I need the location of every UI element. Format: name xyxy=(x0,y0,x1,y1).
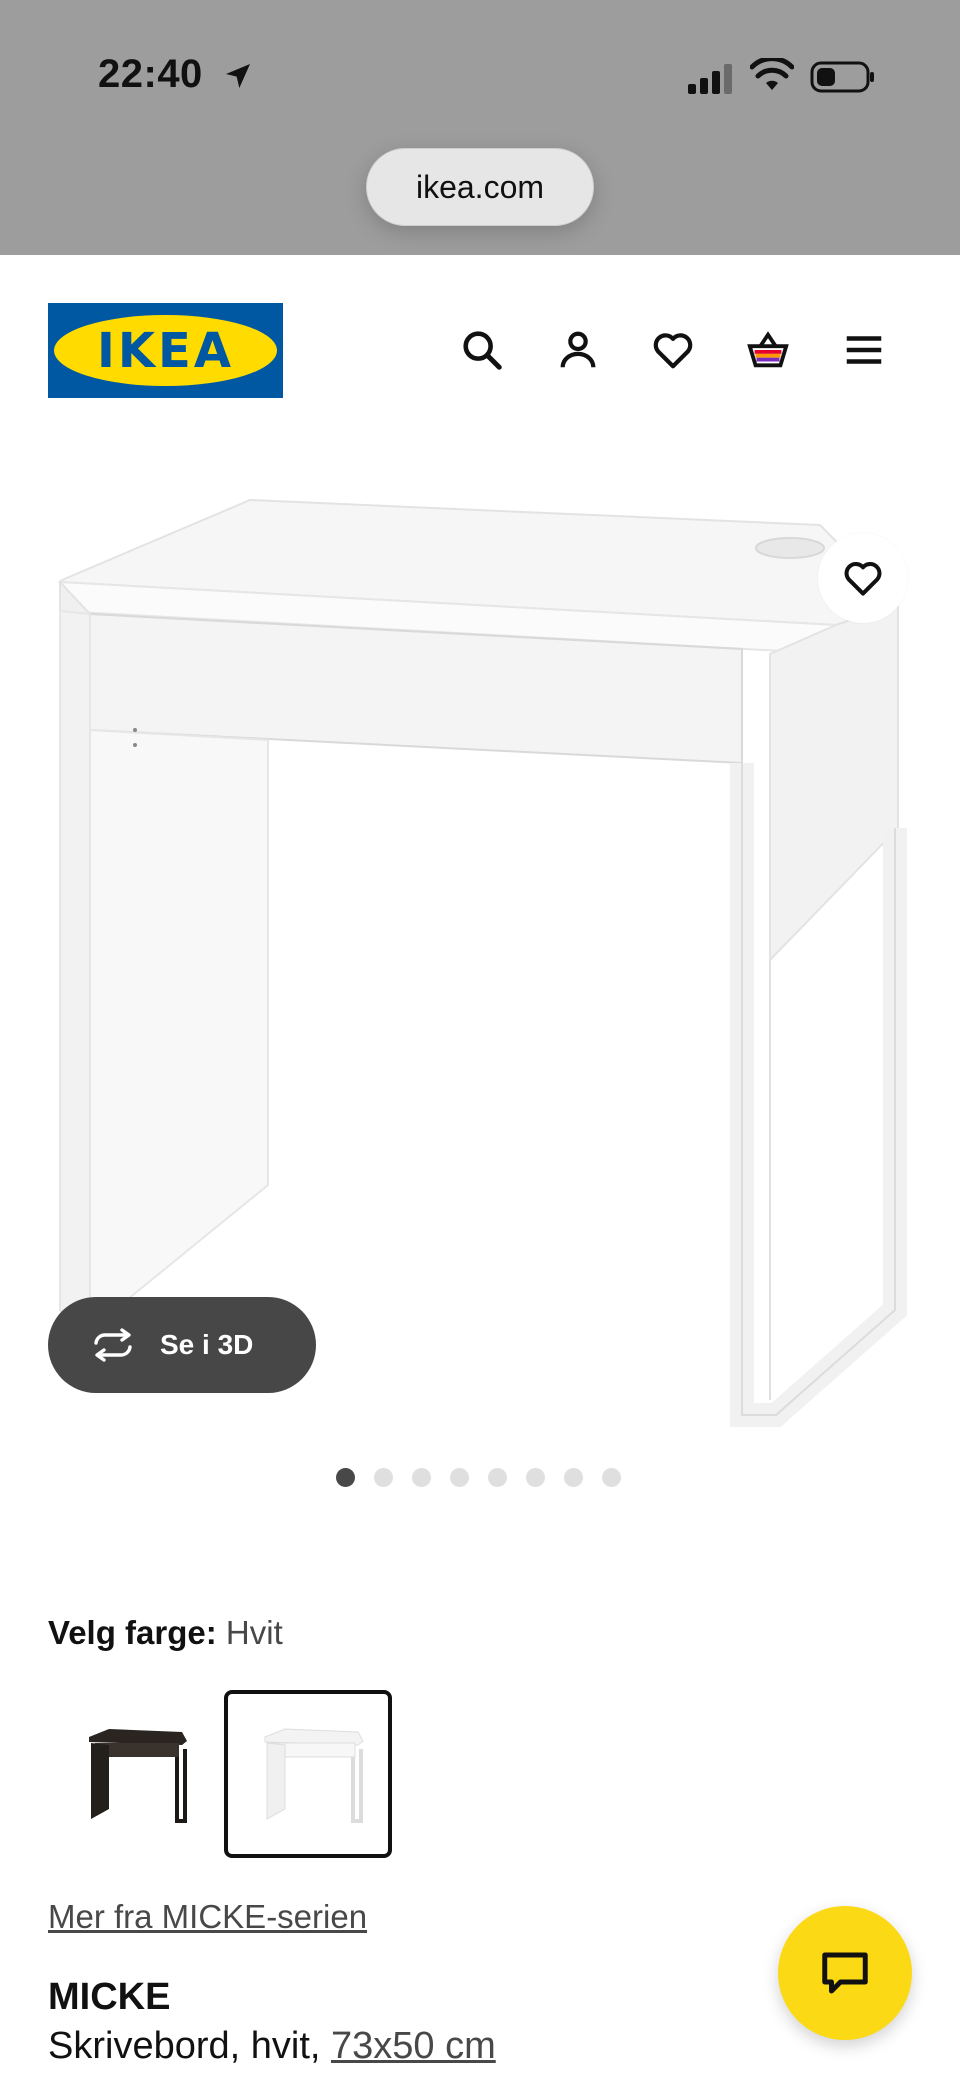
cart-button[interactable] xyxy=(740,322,796,378)
search-button[interactable] xyxy=(454,322,510,378)
carousel-dot[interactable] xyxy=(450,1468,469,1487)
search-icon xyxy=(463,331,502,370)
address-bar[interactable]: ikea.com xyxy=(366,148,594,226)
color-option-dark[interactable] xyxy=(48,1690,216,1858)
rotate-3d-icon xyxy=(94,1328,132,1362)
chat-button[interactable] xyxy=(778,1906,912,2040)
cart-basket-icon xyxy=(747,331,789,368)
carousel-dot[interactable] xyxy=(488,1468,507,1487)
desk-dark-thumbnail xyxy=(89,1729,187,1823)
add-to-favourites-button[interactable] xyxy=(818,533,908,623)
carousel-dot[interactable] xyxy=(564,1468,583,1487)
account-icon xyxy=(560,331,596,368)
product-description: Skrivebord, hvit, 73x50 cm xyxy=(48,2025,496,2068)
carousel-dot[interactable] xyxy=(336,1468,355,1487)
cellular-signal-icon xyxy=(688,64,732,94)
product-image[interactable] xyxy=(0,440,960,1440)
status-time: 22:40 xyxy=(98,52,203,96)
product-name: MICKE xyxy=(48,1976,171,2018)
selected-color: Hvit xyxy=(225,1614,283,1651)
view-3d-button[interactable]: Se i 3D xyxy=(48,1297,316,1393)
heart-icon xyxy=(653,333,693,369)
account-button[interactable] xyxy=(550,322,606,378)
color-label: Velg farge: xyxy=(48,1614,217,1651)
wishlist-button[interactable] xyxy=(645,322,701,378)
carousel-dot[interactable] xyxy=(526,1468,545,1487)
image-carousel-dots[interactable] xyxy=(336,1468,621,1488)
heart-icon xyxy=(844,562,882,596)
carousel-dot[interactable] xyxy=(374,1468,393,1487)
color-selector-label: Velg farge: Hvit xyxy=(48,1614,283,1652)
browser-chrome: 22:40 ikea.com xyxy=(0,0,960,255)
product-description-text: Skrivebord, hvit, xyxy=(48,2025,331,2067)
desk-white-thumbnail xyxy=(264,1728,364,1823)
carousel-dot[interactable] xyxy=(412,1468,431,1487)
chat-bubble-icon xyxy=(822,1952,868,1994)
battery-icon xyxy=(810,61,874,93)
view-3d-label: Se i 3D xyxy=(160,1329,254,1360)
wifi-icon xyxy=(750,58,794,90)
carousel-dot[interactable] xyxy=(602,1468,621,1487)
hamburger-menu-icon xyxy=(846,336,882,364)
logo-text: IKEA xyxy=(97,322,234,379)
menu-button[interactable] xyxy=(836,322,892,378)
product-dimensions-link[interactable]: 73x50 cm xyxy=(331,2025,496,2067)
ikea-logo[interactable]: IKEA xyxy=(48,303,283,398)
color-option-white[interactable] xyxy=(224,1690,392,1858)
location-arrow-icon xyxy=(226,64,250,88)
series-link[interactable]: Mer fra MICKE-serien xyxy=(48,1898,367,1936)
